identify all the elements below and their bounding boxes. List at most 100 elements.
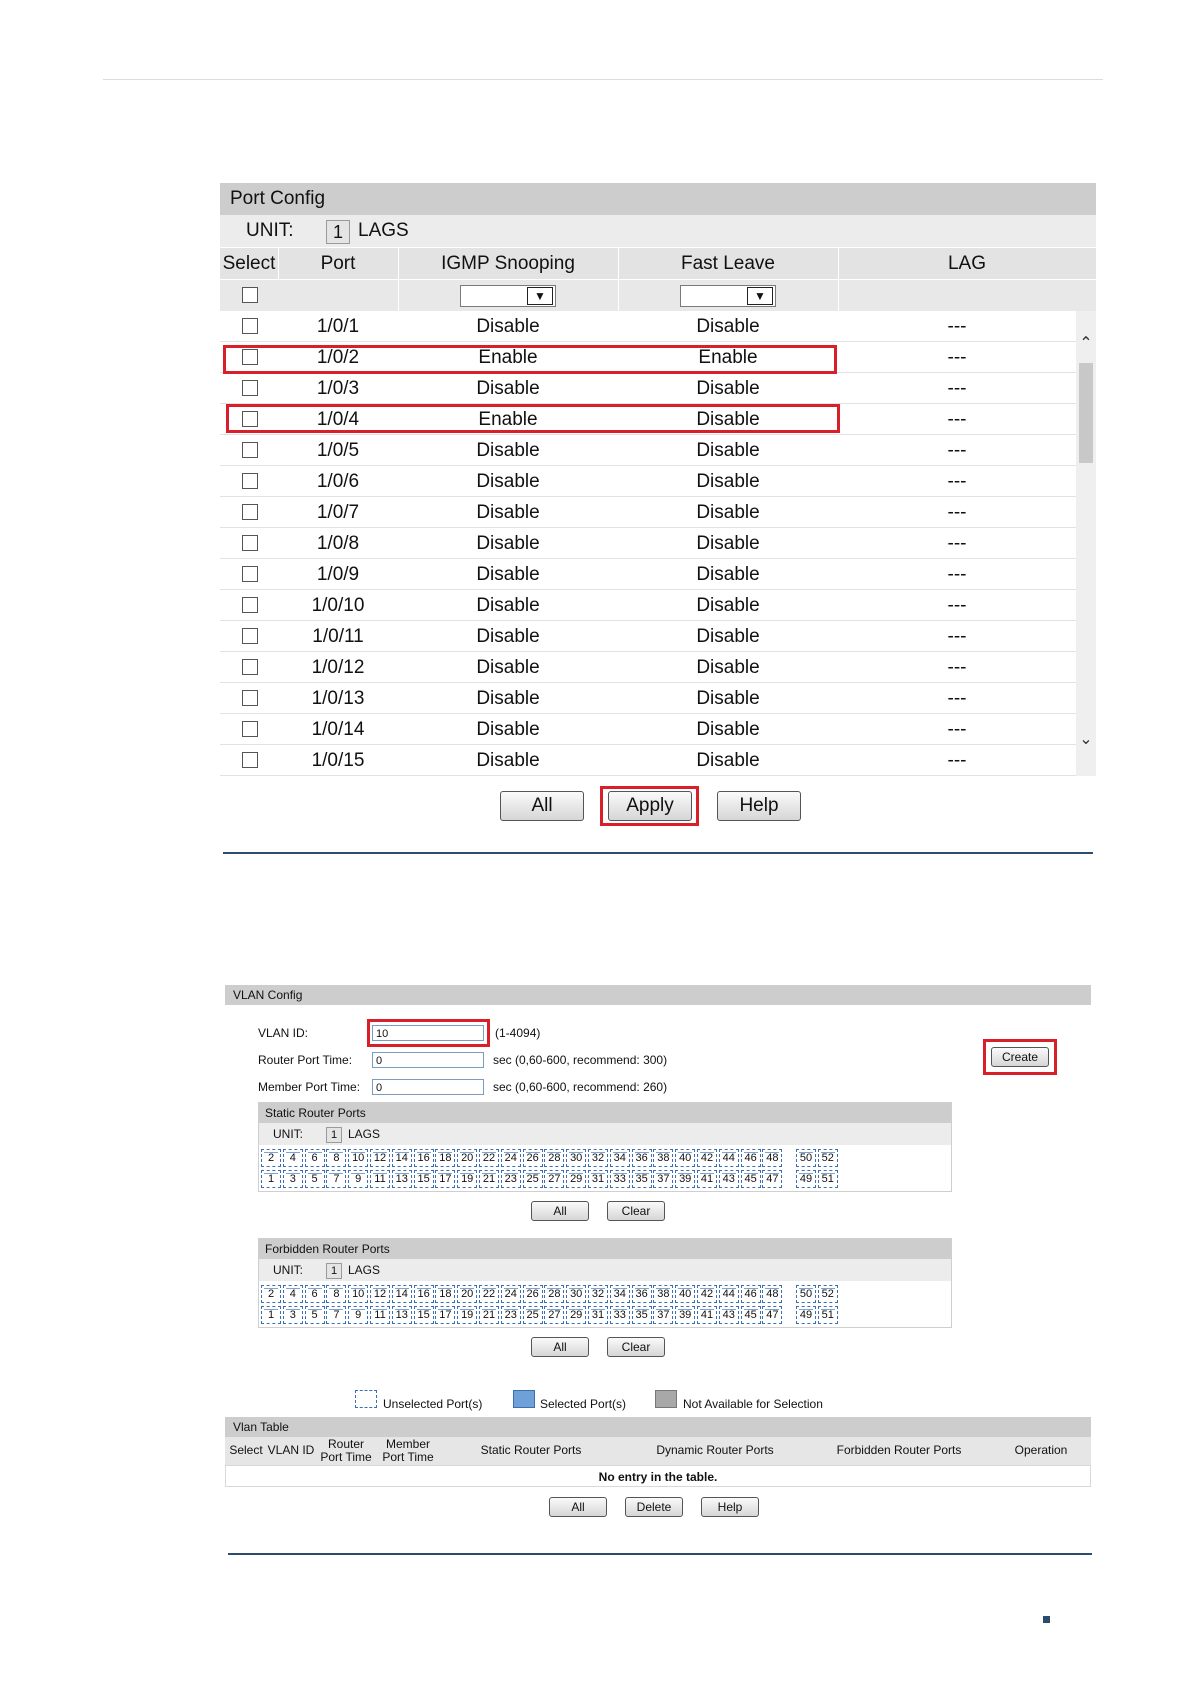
forbidden-port[interactable]: 36 bbox=[631, 1285, 652, 1303]
row-checkbox[interactable] bbox=[242, 380, 258, 396]
vt-help-button[interactable]: Help bbox=[701, 1497, 759, 1517]
forbidden-port[interactable]: 32 bbox=[588, 1285, 608, 1303]
forbidden-port[interactable]: 13 bbox=[391, 1306, 412, 1324]
static-port[interactable]: 18 bbox=[435, 1149, 456, 1167]
forbidden-port[interactable]: 5 bbox=[304, 1306, 325, 1324]
scroll-up-icon[interactable]: ⌃ bbox=[1076, 333, 1096, 353]
forbidden-port[interactable]: 24 bbox=[500, 1285, 521, 1303]
router-port-time-input[interactable]: 0 bbox=[372, 1052, 484, 1068]
row-checkbox[interactable] bbox=[242, 752, 258, 768]
row-checkbox[interactable] bbox=[242, 504, 258, 520]
vt-all-button[interactable]: All bbox=[549, 1497, 607, 1517]
static-port[interactable]: 15 bbox=[413, 1170, 434, 1188]
static-port[interactable]: 19 bbox=[457, 1170, 478, 1188]
forbidden-all-button[interactable]: All bbox=[531, 1337, 589, 1357]
static-port[interactable]: 42 bbox=[697, 1149, 717, 1167]
static-port[interactable]: 13 bbox=[391, 1170, 412, 1188]
static-port[interactable]: 26 bbox=[522, 1149, 543, 1167]
forbidden-port[interactable]: 7 bbox=[326, 1306, 347, 1324]
static-port[interactable]: 7 bbox=[326, 1170, 347, 1188]
igmp-snooping-select[interactable]: ▼ bbox=[460, 285, 556, 307]
static-port[interactable]: 50 bbox=[796, 1149, 816, 1167]
static-port[interactable]: 25 bbox=[522, 1170, 543, 1188]
forbidden-port[interactable]: 51 bbox=[817, 1306, 838, 1324]
static-port[interactable]: 37 bbox=[653, 1170, 674, 1188]
forbidden-port[interactable]: 19 bbox=[457, 1306, 478, 1324]
forbidden-port[interactable]: 22 bbox=[479, 1285, 499, 1303]
forbidden-port[interactable]: 46 bbox=[740, 1285, 761, 1303]
static-port[interactable]: 45 bbox=[740, 1170, 761, 1188]
forbidden-unit-1-tab[interactable]: 1 bbox=[326, 1263, 342, 1279]
static-port[interactable]: 39 bbox=[675, 1170, 696, 1188]
forbidden-port[interactable]: 2 bbox=[261, 1285, 281, 1303]
row-checkbox[interactable] bbox=[242, 628, 258, 644]
static-lags-tab[interactable]: LAGS bbox=[348, 1123, 380, 1145]
forbidden-port[interactable]: 26 bbox=[522, 1285, 543, 1303]
static-port[interactable]: 36 bbox=[631, 1149, 652, 1167]
forbidden-port[interactable]: 50 bbox=[796, 1285, 816, 1303]
help-button[interactable]: Help bbox=[717, 791, 801, 821]
static-port[interactable]: 29 bbox=[566, 1170, 587, 1188]
static-port[interactable]: 40 bbox=[675, 1149, 696, 1167]
forbidden-port[interactable]: 20 bbox=[457, 1285, 478, 1303]
forbidden-port[interactable]: 34 bbox=[609, 1285, 630, 1303]
row-checkbox[interactable] bbox=[242, 442, 258, 458]
forbidden-port[interactable]: 10 bbox=[348, 1285, 369, 1303]
static-port[interactable]: 33 bbox=[609, 1170, 630, 1188]
static-port[interactable]: 6 bbox=[304, 1149, 325, 1167]
forbidden-port[interactable]: 29 bbox=[566, 1306, 587, 1324]
forbidden-port[interactable]: 40 bbox=[675, 1285, 696, 1303]
forbidden-port[interactable]: 39 bbox=[675, 1306, 696, 1324]
static-port[interactable]: 24 bbox=[500, 1149, 521, 1167]
forbidden-port[interactable]: 1 bbox=[261, 1306, 281, 1324]
static-unit-1-tab[interactable]: 1 bbox=[326, 1127, 342, 1143]
static-port[interactable]: 49 bbox=[796, 1170, 816, 1188]
static-port[interactable]: 10 bbox=[348, 1149, 369, 1167]
static-port[interactable]: 3 bbox=[282, 1170, 303, 1188]
lags-tab[interactable]: LAGS bbox=[358, 215, 409, 247]
static-port[interactable]: 48 bbox=[762, 1149, 783, 1167]
static-port[interactable]: 43 bbox=[718, 1170, 739, 1188]
scroll-thumb[interactable] bbox=[1079, 363, 1093, 463]
forbidden-port[interactable]: 41 bbox=[697, 1306, 717, 1324]
forbidden-port[interactable]: 43 bbox=[718, 1306, 739, 1324]
static-port[interactable]: 23 bbox=[500, 1170, 521, 1188]
forbidden-port[interactable]: 12 bbox=[370, 1285, 390, 1303]
forbidden-lags-tab[interactable]: LAGS bbox=[348, 1259, 380, 1281]
row-checkbox[interactable] bbox=[242, 318, 258, 334]
forbidden-port[interactable]: 11 bbox=[370, 1306, 390, 1324]
row-checkbox[interactable] bbox=[242, 659, 258, 675]
static-port[interactable]: 31 bbox=[588, 1170, 608, 1188]
forbidden-port[interactable]: 45 bbox=[740, 1306, 761, 1324]
static-port[interactable]: 17 bbox=[435, 1170, 456, 1188]
forbidden-port[interactable]: 15 bbox=[413, 1306, 434, 1324]
static-port[interactable]: 38 bbox=[653, 1149, 674, 1167]
forbidden-port[interactable]: 52 bbox=[817, 1285, 838, 1303]
static-port[interactable]: 14 bbox=[391, 1149, 412, 1167]
forbidden-port[interactable]: 4 bbox=[282, 1285, 303, 1303]
scroll-down-icon[interactable]: ⌄ bbox=[1076, 729, 1096, 749]
static-port[interactable]: 12 bbox=[370, 1149, 390, 1167]
row-checkbox[interactable] bbox=[242, 473, 258, 489]
select-all-checkbox[interactable] bbox=[242, 287, 258, 303]
forbidden-port[interactable]: 18 bbox=[435, 1285, 456, 1303]
forbidden-port[interactable]: 30 bbox=[566, 1285, 587, 1303]
static-all-button[interactable]: All bbox=[531, 1201, 589, 1221]
forbidden-port[interactable]: 25 bbox=[522, 1306, 543, 1324]
static-port[interactable]: 27 bbox=[544, 1170, 565, 1188]
forbidden-port[interactable]: 8 bbox=[326, 1285, 347, 1303]
static-port[interactable]: 28 bbox=[544, 1149, 565, 1167]
static-port[interactable]: 34 bbox=[609, 1149, 630, 1167]
forbidden-port[interactable]: 33 bbox=[609, 1306, 630, 1324]
forbidden-port[interactable]: 42 bbox=[697, 1285, 717, 1303]
static-port[interactable]: 30 bbox=[566, 1149, 587, 1167]
forbidden-port[interactable]: 31 bbox=[588, 1306, 608, 1324]
forbidden-port[interactable]: 16 bbox=[413, 1285, 434, 1303]
row-checkbox[interactable] bbox=[242, 597, 258, 613]
forbidden-port[interactable]: 14 bbox=[391, 1285, 412, 1303]
static-port[interactable]: 44 bbox=[718, 1149, 739, 1167]
static-port[interactable]: 5 bbox=[304, 1170, 325, 1188]
member-port-time-input[interactable]: 0 bbox=[372, 1079, 484, 1095]
static-port[interactable]: 20 bbox=[457, 1149, 478, 1167]
unit-1-tab[interactable]: 1 bbox=[326, 220, 350, 244]
